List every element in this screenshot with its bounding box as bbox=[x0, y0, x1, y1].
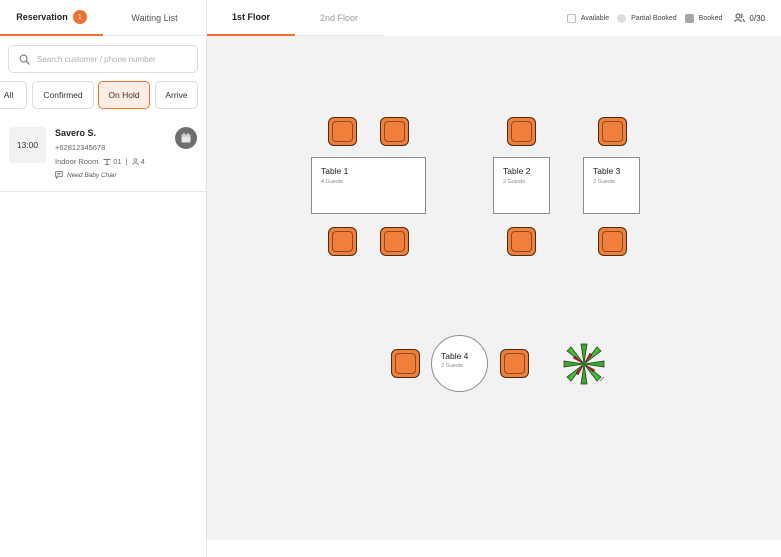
legend-partial-booked: Partial Booked bbox=[617, 13, 677, 23]
reservation-count-badge: 1 bbox=[72, 10, 87, 24]
table-4[interactable]: Table 4 2 Guests bbox=[431, 335, 488, 392]
note-icon bbox=[55, 171, 63, 179]
sidebar-tabs: Reservation 1 Waiting List bbox=[0, 0, 206, 36]
table-2[interactable]: Table 2 2 Guests bbox=[493, 157, 550, 214]
legend-booked: Booked bbox=[684, 13, 723, 23]
guest-phone: +62812345678 bbox=[55, 143, 106, 152]
table-name: Table 4 bbox=[441, 351, 469, 361]
legend-partial-label: Partial Booked bbox=[631, 14, 677, 22]
filter-confirmed-button[interactable]: Confirmed bbox=[32, 81, 94, 109]
table-guests: 4 Guests bbox=[321, 179, 344, 185]
filter-all-button[interactable]: All bbox=[0, 81, 27, 109]
chair[interactable] bbox=[380, 117, 409, 146]
table-guests: 2 Guests bbox=[593, 179, 616, 185]
available-swatch bbox=[566, 13, 576, 23]
table-name: Table 3 bbox=[593, 166, 621, 176]
booked-swatch bbox=[684, 13, 694, 23]
reservation-sidebar: Reservation 1 Waiting List All Confirmed… bbox=[0, 0, 207, 557]
capacity-indicator: 0/30 bbox=[734, 13, 765, 23]
filter-on-hold-button[interactable]: On Hold bbox=[98, 81, 150, 109]
table-1[interactable]: Table 1 4 Guests bbox=[311, 157, 426, 214]
table-name: Table 2 bbox=[503, 166, 531, 176]
tab-reservation-label: Reservation bbox=[16, 12, 68, 22]
chair[interactable] bbox=[328, 227, 357, 256]
guest-count: 4 bbox=[140, 157, 145, 166]
reservation-time: 13:00 bbox=[9, 127, 46, 163]
chair[interactable] bbox=[500, 349, 529, 378]
floor-plan-canvas: Table 1 4 Guests Table 2 2 Guests Table … bbox=[207, 36, 781, 540]
calendar-icon bbox=[181, 133, 191, 143]
status-legend: Available Partial Booked Booked 0/30 bbox=[559, 0, 765, 36]
guest-name: Savero S. bbox=[55, 128, 97, 138]
reservation-details: Indoor Room 01 | 4 bbox=[55, 157, 145, 166]
tab-2nd-floor[interactable]: 2nd Floor bbox=[295, 0, 383, 36]
tab-1st-floor[interactable]: 1st Floor bbox=[207, 0, 295, 36]
assign-calendar-button[interactable] bbox=[175, 127, 197, 149]
tab-waiting-list-label: Waiting List bbox=[131, 13, 178, 23]
table-number: 01 bbox=[113, 157, 122, 166]
partial-booked-swatch bbox=[617, 13, 627, 23]
chair[interactable] bbox=[598, 117, 627, 146]
chair[interactable] bbox=[328, 117, 357, 146]
guest-icon bbox=[132, 158, 139, 165]
floor-bar: 1st Floor 2nd Floor Available Partial Bo… bbox=[207, 0, 781, 36]
table-3[interactable]: Table 3 2 Guests bbox=[583, 157, 640, 214]
chair[interactable] bbox=[391, 349, 420, 378]
reservation-card[interactable]: 13:00 Savero S. +62812345678 Indoor Room… bbox=[0, 119, 206, 192]
search-icon bbox=[19, 54, 30, 65]
legend-available: Available bbox=[566, 13, 610, 23]
tab-waiting-list[interactable]: Waiting List bbox=[103, 0, 206, 36]
chair[interactable] bbox=[380, 227, 409, 256]
chair[interactable] bbox=[507, 227, 536, 256]
table-icon bbox=[103, 159, 111, 165]
table-guests: 2 Guests bbox=[441, 363, 464, 369]
detail-separator: | bbox=[125, 157, 128, 166]
search-input[interactable] bbox=[37, 54, 187, 64]
chair[interactable] bbox=[507, 117, 536, 146]
legend-booked-label: Booked bbox=[698, 14, 723, 22]
reservation-note: Need Baby Chair bbox=[55, 171, 117, 179]
legend-available-label: Available bbox=[580, 14, 610, 22]
status-filter-row: All Confirmed On Hold Arrive bbox=[0, 81, 206, 109]
tab-reservation[interactable]: Reservation 1 bbox=[0, 0, 103, 36]
filter-arrive-button[interactable]: Arrive bbox=[155, 81, 198, 109]
plant-icon bbox=[563, 343, 605, 385]
room-name: Indoor Room bbox=[55, 157, 99, 166]
capacity-count: 0/30 bbox=[749, 13, 765, 23]
table-guests: 2 Guests bbox=[503, 179, 526, 185]
users-icon bbox=[734, 13, 746, 23]
table-name: Table 1 bbox=[321, 166, 349, 176]
note-text: Need Baby Chair bbox=[67, 171, 117, 179]
chair[interactable] bbox=[598, 227, 627, 256]
search-box[interactable] bbox=[8, 45, 198, 73]
